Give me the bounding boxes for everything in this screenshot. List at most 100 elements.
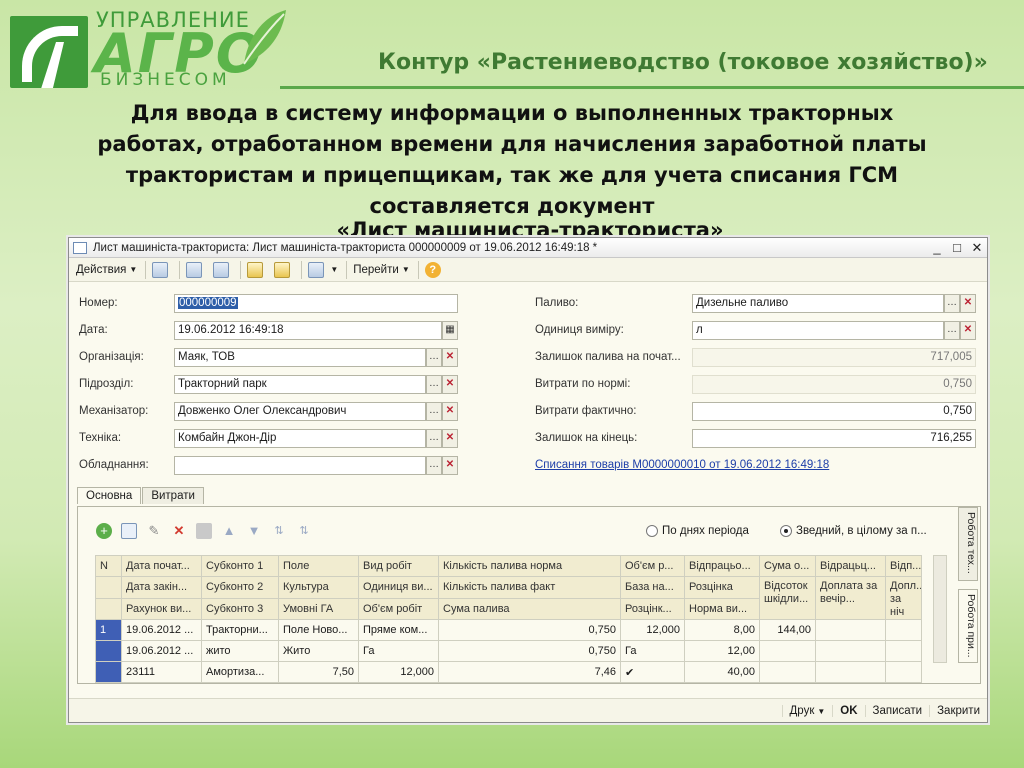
clear-machinery-icon[interactable]: ✕ bbox=[442, 429, 458, 448]
radio-summary[interactable]: Зведний, в цілому за п... bbox=[780, 525, 927, 537]
move-down-icon[interactable]: ▼ bbox=[246, 523, 262, 539]
help-button[interactable]: ? bbox=[422, 260, 444, 280]
clear-unit-icon[interactable]: ✕ bbox=[960, 321, 976, 340]
move-up-icon[interactable]: ▲ bbox=[221, 523, 237, 539]
col-header[interactable]: Вид робіт bbox=[358, 555, 439, 577]
table-cell[interactable]: жито bbox=[201, 640, 279, 662]
table-cell[interactable]: 7,50 bbox=[278, 661, 359, 683]
table-cell[interactable] bbox=[885, 661, 922, 683]
clear-equipment-icon[interactable]: ✕ bbox=[442, 456, 458, 475]
col-header[interactable]: Дата закін... bbox=[121, 576, 202, 599]
edit-row-icon[interactable]: ✎ bbox=[146, 523, 162, 539]
col-header[interactable]: N bbox=[95, 555, 122, 577]
table-scrollbar[interactable] bbox=[933, 555, 947, 663]
tab-main[interactable]: Основна bbox=[77, 487, 142, 504]
save-button[interactable]: Записати bbox=[864, 704, 930, 717]
close-window-button[interactable]: ✕ bbox=[967, 240, 987, 256]
col-header[interactable]: Норма ви... bbox=[684, 597, 760, 620]
select-unit-button[interactable]: … bbox=[944, 321, 960, 340]
col-header[interactable]: Поле bbox=[278, 555, 359, 577]
table-cell[interactable] bbox=[885, 619, 922, 641]
col-header[interactable]: Допл... за ніч bbox=[885, 576, 922, 620]
table-cell[interactable]: 12,00 bbox=[684, 640, 760, 662]
col-header[interactable]: Умовні ГА bbox=[278, 597, 359, 620]
tab-expenses[interactable]: Витрати bbox=[142, 487, 204, 504]
clear-division-icon[interactable]: ✕ bbox=[442, 375, 458, 394]
col-header[interactable]: Рахунок ви... bbox=[121, 597, 202, 620]
minimize-button[interactable]: _ bbox=[927, 240, 947, 255]
col-header[interactable]: Кількість палива норма bbox=[438, 555, 621, 577]
maximize-button[interactable]: □ bbox=[947, 240, 967, 255]
select-fuel-button[interactable]: … bbox=[944, 294, 960, 313]
vtab-machinery-work[interactable]: Робота тех... bbox=[958, 507, 978, 581]
table-cell[interactable]: Тракторни... bbox=[201, 619, 279, 641]
equipment-field[interactable] bbox=[174, 456, 426, 475]
date-field[interactable]: 19.06.2012 16:49:18 bbox=[174, 321, 442, 340]
unpost-icon[interactable] bbox=[183, 260, 208, 280]
unit-field[interactable]: л bbox=[692, 321, 944, 340]
col-header[interactable]: Об'єм р... bbox=[620, 555, 685, 577]
table-cell[interactable]: 0,750 bbox=[438, 619, 621, 641]
goto-menu[interactable]: Перейти ▼ bbox=[350, 260, 413, 280]
col-header[interactable]: Субконто 1 bbox=[201, 555, 279, 577]
table-cell[interactable]: Поле Ново... bbox=[278, 619, 359, 641]
col-header[interactable]: Сума о... bbox=[759, 555, 816, 577]
col-header[interactable]: Культура bbox=[278, 576, 359, 599]
division-field[interactable]: Тракторний парк bbox=[174, 375, 426, 394]
table-cell[interactable] bbox=[759, 640, 816, 662]
sort-asc-icon[interactable]: ⇅ bbox=[271, 523, 287, 539]
select-organization-button[interactable]: … bbox=[426, 348, 442, 367]
table-cell[interactable]: 0,750 bbox=[438, 640, 621, 662]
sort-desc-icon[interactable]: ⇅ bbox=[296, 523, 312, 539]
col-header[interactable]: Розцінк... bbox=[620, 597, 685, 620]
operator-field[interactable]: Довженко Олег Олександрович bbox=[174, 402, 426, 421]
go-based-on-icon[interactable]: ▼ bbox=[305, 260, 341, 280]
table-cell[interactable] bbox=[759, 661, 816, 683]
col-header[interactable]: Кількість палива факт bbox=[438, 576, 621, 599]
table-cell[interactable] bbox=[885, 640, 922, 662]
col-header[interactable]: Об'єм робіт bbox=[358, 597, 439, 620]
refresh-icon[interactable] bbox=[210, 260, 235, 280]
table-cell[interactable]: Пряме ком... bbox=[358, 619, 439, 641]
col-header[interactable]: Дата почат... bbox=[121, 555, 202, 577]
table-cell[interactable]: Га bbox=[358, 640, 439, 662]
select-machinery-button[interactable]: … bbox=[426, 429, 442, 448]
table-row[interactable]: 19.06.2012 ... жито Жито Га 0,750 Га 12,… bbox=[95, 640, 922, 662]
organization-field[interactable]: Маяк, ТОВ bbox=[174, 348, 426, 367]
end-edit-icon[interactable] bbox=[196, 523, 212, 539]
close-button[interactable]: Закрити bbox=[929, 704, 987, 717]
vtab-trailer-work[interactable]: Робота при... bbox=[958, 589, 978, 663]
table-cell[interactable]: 12,000 bbox=[358, 661, 439, 683]
col-header[interactable]: Відп... bbox=[885, 555, 922, 577]
table-cell[interactable]: 144,00 bbox=[759, 619, 816, 641]
table-cell[interactable] bbox=[815, 619, 886, 641]
end-balance-field[interactable]: 716,255 bbox=[692, 429, 976, 448]
select-division-button[interactable]: … bbox=[426, 375, 442, 394]
col-header[interactable]: Субконто 3 bbox=[201, 597, 279, 620]
table-cell[interactable]: Амортиза... bbox=[201, 661, 279, 683]
col-header[interactable]: Відрацьц... bbox=[815, 555, 886, 577]
table-cell[interactable]: Га bbox=[620, 640, 685, 662]
table-cell[interactable]: 23111 bbox=[121, 661, 202, 683]
checkmark-cell[interactable]: ✔ bbox=[620, 661, 685, 683]
table-cell[interactable]: 8,00 bbox=[684, 619, 760, 641]
table-cell[interactable]: 12,000 bbox=[620, 619, 685, 641]
clear-fuel-icon[interactable]: ✕ bbox=[960, 294, 976, 313]
print-menu[interactable]: Друк ▼ bbox=[781, 704, 833, 717]
fuel-field[interactable]: Дизельне паливо bbox=[692, 294, 944, 313]
copy-row-icon[interactable] bbox=[121, 523, 137, 539]
table-cell[interactable] bbox=[815, 661, 886, 683]
radio-by-days[interactable]: По днях періода bbox=[646, 525, 749, 537]
table-cell[interactable]: 19.06.2012 ... bbox=[121, 619, 202, 641]
table-cell[interactable]: 7,46 bbox=[438, 661, 621, 683]
col-header[interactable]: Доплата за вечір... bbox=[815, 576, 886, 620]
actual-consumption-field[interactable]: 0,750 bbox=[692, 402, 976, 421]
col-header[interactable]: Сума палива bbox=[438, 597, 621, 620]
col-header[interactable]: Субконто 2 bbox=[201, 576, 279, 599]
machinery-field[interactable]: Комбайн Джон-Дір bbox=[174, 429, 426, 448]
number-field[interactable]: 000000009 bbox=[174, 294, 458, 313]
table-cell[interactable]: 40,00 bbox=[684, 661, 760, 683]
select-equipment-button[interactable]: … bbox=[426, 456, 442, 475]
calendar-icon[interactable]: ▦ bbox=[442, 321, 458, 340]
col-header[interactable]: База на... bbox=[620, 576, 685, 599]
